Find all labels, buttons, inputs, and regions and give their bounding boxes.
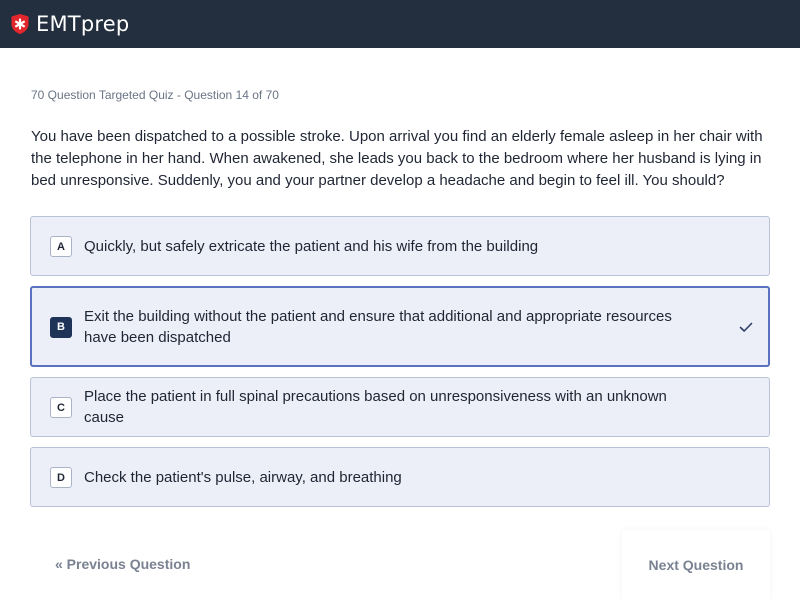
question-text: You have been dispatched to a possible s… [31,128,763,189]
answer-letter-badge: B [50,316,72,338]
answer-letter-badge: A [50,236,72,257]
answer-letter-badge: C [50,397,72,418]
logo[interactable]: EMTprep [10,12,129,36]
previous-question-button[interactable]: « Previous Question [55,556,190,572]
checkmark-icon [739,322,753,332]
answer-text: Place the patient in full spinal precaut… [84,388,667,426]
next-question-label: Next Question [648,557,744,573]
shield-cross-icon [11,14,29,34]
answer-option-a[interactable]: A Quickly, but safely extricate the pati… [30,216,770,276]
answer-text: Exit the building without the patient an… [84,307,672,346]
answer-list: A Quickly, but safely extricate the pati… [30,216,770,507]
next-question-button[interactable]: Next Question [622,530,770,600]
answer-text: Quickly, but safely extricate the patien… [84,237,539,255]
quiz-progress-label: 70 Question Targeted Quiz - Question 14 … [31,88,279,102]
answer-option-b[interactable]: B Exit the building without the patient … [30,286,770,367]
logo-text: EMTprep [36,12,130,36]
answer-option-c[interactable]: C Place the patient in full spinal preca… [30,377,770,437]
top-navbar: EMTprep [0,0,800,48]
answer-letter-badge: D [50,467,72,488]
answer-option-d[interactable]: D Check the patient's pulse, airway, and… [30,447,770,507]
answer-text: Check the patient's pulse, airway, and b… [84,468,402,486]
